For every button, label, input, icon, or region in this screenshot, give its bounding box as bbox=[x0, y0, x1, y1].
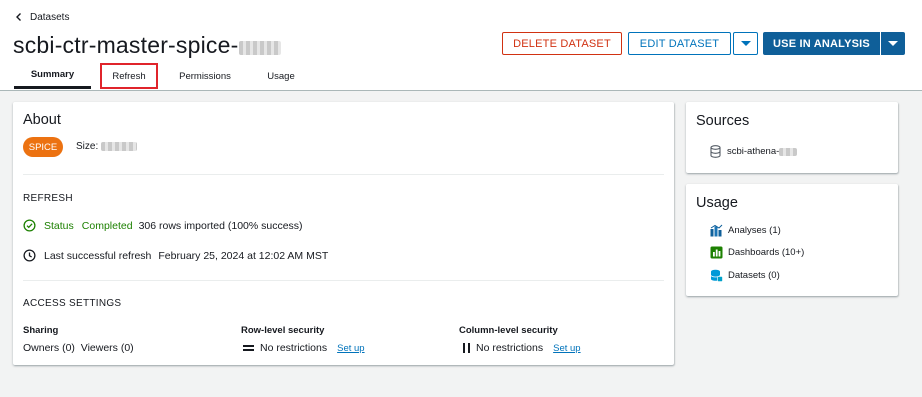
page-title: scbi-ctr-master-spice- bbox=[13, 32, 239, 58]
sharing-label: Sharing bbox=[23, 325, 59, 336]
usage-title: Usage bbox=[696, 195, 738, 211]
size-label: Size: bbox=[76, 141, 99, 152]
usage-item-analyses[interactable]: Analyses (1) bbox=[710, 224, 781, 237]
col-security-text: No restrictions bbox=[476, 342, 544, 354]
divider bbox=[23, 280, 664, 281]
redacted-title-suffix bbox=[239, 40, 282, 55]
col-security-setup-link[interactable]: Set up bbox=[553, 343, 580, 354]
database-icon bbox=[710, 145, 721, 158]
usage-dashboards-label: Dashboards (10+) bbox=[728, 247, 805, 258]
row-security-setup-link[interactable]: Set up bbox=[337, 343, 364, 354]
last-refresh-value: February 25, 2024 at 12:02 AM MST bbox=[158, 249, 329, 262]
status-value: Completed bbox=[81, 219, 133, 232]
chevron-left-icon bbox=[16, 13, 21, 21]
equals-icon bbox=[243, 345, 254, 351]
usage-card: Usage Analyses (1) Dashboards (10+) Data… bbox=[686, 184, 898, 296]
redacted-source-suffix bbox=[779, 147, 798, 156]
usage-analyses-label: Analyses (1) bbox=[728, 225, 781, 236]
clock-icon bbox=[23, 249, 36, 262]
column-level-security-label: Column-level security bbox=[459, 325, 558, 336]
check-circle-icon bbox=[23, 219, 36, 232]
access-settings-heading: ACCESS SETTINGS bbox=[23, 298, 122, 309]
back-link-label: Datasets bbox=[30, 11, 70, 23]
back-to-datasets-link[interactable]: Datasets bbox=[14, 10, 69, 24]
use-in-analysis-button[interactable]: USE IN ANALYSIS bbox=[763, 32, 880, 55]
datasets-icon bbox=[710, 269, 723, 282]
column-level-security-value: No restrictions Set up bbox=[463, 342, 581, 354]
rows-imported-text: 306 rows imported (100% success) bbox=[138, 219, 303, 232]
last-refresh-label: Last successful refresh bbox=[44, 249, 152, 262]
tab-summary[interactable]: Summary bbox=[14, 63, 91, 89]
about-card: About SPICE Size: REFRESH Status Complet… bbox=[13, 102, 674, 365]
usage-item-dashboards[interactable]: Dashboards (10+) bbox=[710, 246, 804, 259]
divider bbox=[23, 174, 664, 175]
caret-down-icon bbox=[888, 41, 898, 46]
usage-datasets-label: Datasets (0) bbox=[728, 270, 780, 281]
caret-down-icon bbox=[740, 41, 751, 46]
tab-refresh[interactable]: Refresh bbox=[100, 63, 158, 89]
size-info: Size: bbox=[76, 141, 138, 152]
delete-dataset-button[interactable]: DELETE DATASET bbox=[502, 32, 622, 55]
sources-card: Sources scbi-athena- bbox=[686, 102, 898, 173]
analyses-icon bbox=[710, 224, 723, 237]
about-title: About bbox=[23, 112, 61, 128]
use-in-analysis-dropdown-button[interactable] bbox=[881, 32, 905, 55]
edit-dataset-button[interactable]: EDIT DATASET bbox=[628, 32, 731, 55]
status-label: Status bbox=[44, 219, 74, 232]
page-header: Datasets scbi-ctr-master-spice- DELETE D… bbox=[0, 0, 922, 91]
spice-badge: SPICE bbox=[23, 137, 63, 157]
refresh-status-row: Status Completed 306 rows imported (100%… bbox=[23, 219, 303, 232]
row-level-security-label: Row-level security bbox=[241, 325, 325, 336]
tab-permissions[interactable]: Permissions bbox=[170, 63, 240, 89]
row-security-text: No restrictions bbox=[260, 342, 328, 354]
edit-dataset-dropdown-button[interactable] bbox=[733, 32, 758, 55]
dashboards-icon bbox=[710, 246, 723, 259]
columns-icon bbox=[463, 343, 470, 353]
sources-title: Sources bbox=[696, 113, 750, 129]
usage-item-datasets[interactable]: Datasets (0) bbox=[710, 269, 780, 282]
sharing-value: Owners (0) Viewers (0) bbox=[23, 342, 134, 354]
source-name: scbi-athena- bbox=[727, 146, 780, 157]
source-item[interactable]: scbi-athena- bbox=[710, 145, 798, 158]
tab-usage[interactable]: Usage bbox=[255, 63, 307, 89]
redacted-size-value bbox=[101, 142, 138, 151]
page-title-row: scbi-ctr-master-spice- bbox=[13, 32, 282, 59]
row-level-security-value: No restrictions Set up bbox=[243, 342, 365, 354]
refresh-heading: REFRESH bbox=[23, 193, 73, 204]
last-refresh-row: Last successful refresh February 25, 202… bbox=[23, 249, 328, 262]
